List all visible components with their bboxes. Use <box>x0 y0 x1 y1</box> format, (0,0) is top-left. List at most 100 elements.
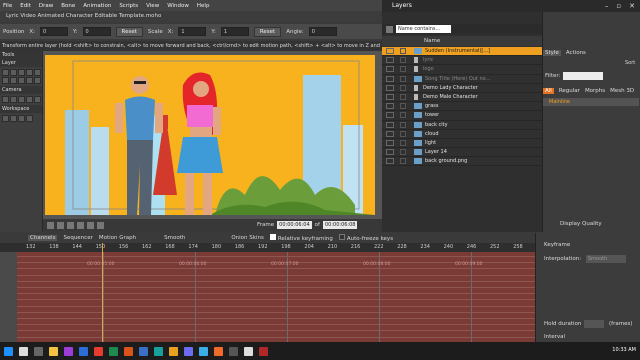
orbit-camera-tool-icon[interactable] <box>34 96 41 103</box>
layers-column-header[interactable]: Name <box>382 36 542 46</box>
lock-icon[interactable] <box>400 75 406 82</box>
menu-window[interactable]: Window <box>167 3 189 9</box>
position-y-field[interactable]: 0 <box>82 27 111 36</box>
illustrator-icon[interactable] <box>169 346 178 356</box>
app-icon[interactable] <box>199 346 208 356</box>
visibility-icon[interactable] <box>386 75 394 82</box>
current-frame-field[interactable]: 00:00:06:04 <box>277 221 312 229</box>
lock-icon[interactable] <box>400 103 406 110</box>
next-frame-icon[interactable] <box>77 221 84 229</box>
zoom-workspace-tool-icon[interactable] <box>10 115 17 122</box>
layer-row[interactable]: Demo Lady Character <box>382 83 542 93</box>
powerpoint-icon[interactable] <box>124 346 133 356</box>
lock-icon[interactable] <box>400 84 406 91</box>
scale-x-field[interactable]: 1 <box>178 27 207 36</box>
relative-keyframing-checkbox[interactable]: Relative keyframing <box>269 234 333 242</box>
lock-icon[interactable] <box>400 94 406 101</box>
visibility-icon[interactable] <box>386 57 394 64</box>
layer-search-input[interactable]: Name contains... <box>396 25 451 33</box>
scale-y-field[interactable]: 1 <box>220 27 249 36</box>
roll-camera-tool-icon[interactable] <box>18 96 25 103</box>
photoshop-icon[interactable] <box>139 346 148 356</box>
display-quality-label[interactable]: Display Quality <box>560 221 602 227</box>
lock-icon[interactable] <box>400 66 406 73</box>
layer-row[interactable]: light <box>382 138 542 149</box>
menu-bone[interactable]: Bone <box>61 3 75 9</box>
close-icon[interactable]: ✕ <box>629 0 635 12</box>
tab-motion-graph[interactable]: Motion Graph <box>99 235 136 241</box>
loop-icon[interactable] <box>97 221 104 229</box>
select-layer-tool-icon[interactable] <box>34 77 41 84</box>
task-view-icon[interactable] <box>34 346 43 356</box>
orbit-workspace-tool-icon[interactable] <box>26 115 33 122</box>
visibility-icon[interactable] <box>386 94 394 101</box>
sort-button[interactable]: Sort <box>625 60 635 66</box>
subtab-regular[interactable]: Regular <box>559 88 580 94</box>
reset-scale-button[interactable]: Reset <box>253 26 282 37</box>
tab-actions[interactable]: Actions <box>566 50 586 56</box>
visibility-icon[interactable] <box>386 103 394 110</box>
layer-row[interactable]: cloud <box>382 129 542 139</box>
file-explorer-icon[interactable] <box>49 346 58 356</box>
timeline-ruler[interactable]: 132 138 144 150 156 162 168 174 180 186 192 198 204 2… <box>0 243 535 252</box>
layer-row[interactable]: tower <box>382 111 542 121</box>
app-icon[interactable] <box>259 346 268 356</box>
first-frame-icon[interactable] <box>47 221 54 229</box>
playhead[interactable] <box>102 243 103 342</box>
layer-row[interactable]: Sudden (Instrumental)[...] <box>382 47 542 57</box>
visibility-icon[interactable] <box>386 139 394 146</box>
layer-row[interactable]: grass <box>382 102 542 112</box>
visibility-icon[interactable] <box>386 158 394 165</box>
translate-tool-icon[interactable] <box>2 69 9 76</box>
lock-icon[interactable] <box>400 158 406 165</box>
angle-field[interactable]: 0 <box>308 27 337 36</box>
blend-tool-icon[interactable] <box>18 77 25 84</box>
menu-scripts[interactable]: Scripts <box>119 3 138 9</box>
lock-icon[interactable] <box>400 130 406 137</box>
lock-icon[interactable] <box>400 149 406 156</box>
layer-row[interactable]: logo <box>382 65 542 75</box>
pan-tilt-camera-tool-icon[interactable] <box>26 96 33 103</box>
menu-file[interactable]: File <box>3 3 12 9</box>
visibility-icon[interactable] <box>386 84 394 91</box>
prev-frame-icon[interactable] <box>57 221 64 229</box>
menu-animation[interactable]: Animation <box>83 3 111 9</box>
start-icon[interactable] <box>4 346 13 356</box>
menu-draw[interactable]: Draw <box>39 3 53 9</box>
menu-help[interactable]: Help <box>197 3 210 9</box>
visibility-icon[interactable] <box>386 130 394 137</box>
play-icon[interactable] <box>67 221 74 229</box>
app-icon[interactable] <box>154 346 163 356</box>
tab-style[interactable]: Style <box>543 50 561 56</box>
menu-edit[interactable]: Edit <box>20 3 31 9</box>
interpolation-select[interactable]: Smooth <box>586 255 626 263</box>
word-icon[interactable] <box>79 346 88 356</box>
lock-icon[interactable] <box>400 139 406 146</box>
position-x-field[interactable]: 0 <box>40 27 69 36</box>
lock-icon[interactable] <box>400 57 406 64</box>
chrome-icon[interactable] <box>94 346 103 356</box>
autofreeze-checkbox[interactable]: Auto-freeze keys <box>338 234 393 242</box>
layer-row[interactable]: Demo Male Character <box>382 92 542 103</box>
lock-icon[interactable] <box>400 121 406 128</box>
timeline-track[interactable]: 00:00:05:00 00:00:06:00 00:00:07:00 00:00:0… <box>17 252 574 342</box>
onion-skins-button[interactable]: Onion Skins <box>231 235 264 241</box>
scale-tool-icon[interactable] <box>10 69 17 76</box>
excel-icon[interactable] <box>109 346 118 356</box>
layer-row[interactable]: back ground.png <box>382 157 542 167</box>
rotate-workspace-tool-icon[interactable] <box>18 115 25 122</box>
track-camera-tool-icon[interactable] <box>2 96 9 103</box>
filter-input[interactable] <box>563 72 604 80</box>
scene-canvas[interactable] <box>45 55 375 215</box>
shear-tool-icon[interactable] <box>26 69 33 76</box>
layer-row[interactable]: lyric <box>382 56 542 66</box>
menu-view[interactable]: View <box>146 3 159 9</box>
layer-row[interactable]: Layer 14 <box>382 148 542 158</box>
after-effects-icon[interactable] <box>184 346 193 356</box>
search-taskbar-icon[interactable] <box>19 346 28 356</box>
visibility-icon[interactable] <box>386 149 394 156</box>
subtab-morphs[interactable]: Morphs <box>585 88 605 94</box>
maximize-icon[interactable]: ▫ <box>616 0 621 12</box>
tab-sequencer[interactable]: Sequencer <box>63 235 92 241</box>
visibility-icon[interactable] <box>386 121 394 128</box>
